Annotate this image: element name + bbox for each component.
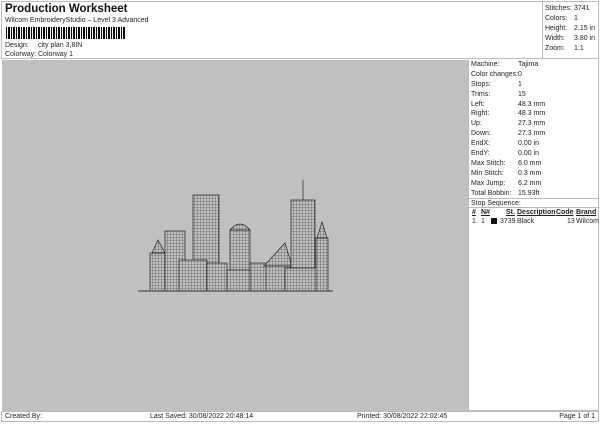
detail-value: Tajima xyxy=(518,61,539,68)
detail-label: Trims: xyxy=(471,90,491,98)
table-row: 1. 1 3739 Black 13 Wilcom xyxy=(471,217,599,226)
stat-label: Stitches: xyxy=(545,5,572,12)
col-description: Description xyxy=(517,209,556,217)
stats-box: Stitches: 3741 Colors: 1 Height: 2.15 in Wi… xyxy=(542,1,599,59)
page-title: Production Worksheet xyxy=(5,3,128,15)
detail-value: 48.3 mm xyxy=(518,100,546,108)
detail-value: 0.3 mm xyxy=(518,169,542,177)
detail-label: Machine: xyxy=(471,61,500,68)
design-value: city plan 3,8IN xyxy=(38,42,83,49)
detail-label: Right: xyxy=(471,110,490,118)
stat-value: 3741 xyxy=(574,5,590,12)
colorway-row: Colorway: Colorway 1 xyxy=(5,51,73,58)
stat-value: 1 xyxy=(574,15,578,22)
detail-row: Max Jump: 6.2 mm xyxy=(471,179,598,189)
design-row: Design: city plan 3,8IN xyxy=(5,42,82,49)
detail-row: EndY: 0.00 in xyxy=(471,149,598,159)
detail-value: 0 xyxy=(518,70,522,78)
col-code: Code xyxy=(556,209,574,217)
detail-value: 1 xyxy=(518,80,522,88)
detail-label: Left: xyxy=(471,100,485,108)
detail-value: 0.00 in xyxy=(518,140,540,148)
design-label: Design: xyxy=(5,42,29,49)
stat-label: Zoom: xyxy=(545,45,565,52)
stat-row: Colors: 1 xyxy=(545,14,599,24)
detail-label: Min Stitch: xyxy=(471,169,504,177)
printed-date: Printed: 30/08/2022 22:02:45 xyxy=(357,413,448,420)
detail-row: Total Bobbin: 15.93ft xyxy=(471,189,598,199)
page-number: Page 1 of 1 xyxy=(559,413,595,420)
detail-label: EndY: xyxy=(471,150,490,158)
stat-label: Width: xyxy=(545,35,565,42)
row-num: 1. xyxy=(472,218,478,226)
skyline-embroidery-design xyxy=(138,180,333,292)
col-st: St. xyxy=(506,209,515,217)
stat-label: Height: xyxy=(545,25,568,32)
row-brand: Wilcom xyxy=(576,218,599,226)
created-by: Created By: xyxy=(5,413,42,420)
col-num: # xyxy=(472,209,476,217)
detail-value: 27.3 mm xyxy=(518,120,546,128)
stat-row: Height: 2.15 in xyxy=(545,24,599,34)
color-swatch xyxy=(491,218,497,225)
detail-label: Up: xyxy=(471,120,482,128)
detail-value: 0.00 in xyxy=(518,150,540,158)
detail-row: Up: 27.3 mm xyxy=(471,119,598,129)
stat-value: 1:1 xyxy=(574,45,584,52)
detail-row: Stops: 1 xyxy=(471,80,598,90)
detail-row: Left: 48.3 mm xyxy=(471,100,598,110)
details-list: Machine: Tajima Color changes:0 Stops: 1 Trim… xyxy=(471,60,598,198)
detail-label: Stops: xyxy=(471,80,491,88)
footer: Created By: Last Saved: 30/08/2022 20:48… xyxy=(1,411,599,422)
stat-row: Stitches: 3741 xyxy=(545,4,599,14)
row-n: 1 xyxy=(481,218,485,226)
detail-value: 6.2 mm xyxy=(518,179,542,187)
stat-row: Zoom: 1:1 xyxy=(545,44,599,54)
detail-label: Down: xyxy=(471,130,491,138)
colorway-label: Colorway: xyxy=(5,51,37,58)
barcode xyxy=(6,27,126,39)
detail-row: Machine: Tajima xyxy=(471,60,598,70)
header: Production Worksheet Wilcom EmbroiderySt… xyxy=(1,1,599,59)
row-code: 13 xyxy=(567,218,575,226)
detail-row: Trims: 15 xyxy=(471,90,598,100)
detail-label: Max Stitch: xyxy=(471,159,506,167)
col-brand: Brand xyxy=(576,209,597,217)
design-preview xyxy=(2,60,468,411)
detail-label: EndX: xyxy=(471,140,491,148)
stat-value: 2.15 in xyxy=(574,25,596,32)
colorway-value: Colorway 1 xyxy=(38,51,74,58)
detail-label: Color changes: xyxy=(471,70,519,78)
stop-sequence-header: # N# St. Description Code Brand xyxy=(471,208,598,217)
detail-value: 27.3 mm xyxy=(518,130,546,138)
last-saved: Last Saved: 30/08/2022 20:48:14 xyxy=(150,413,254,420)
stat-row: Width: 3.80 in xyxy=(545,34,599,44)
detail-label: Total Bobbin: xyxy=(471,189,512,197)
detail-row: Min Stitch: 0.3 mm xyxy=(471,169,598,179)
detail-row: Max Stitch: 6.0 mm xyxy=(471,159,598,169)
detail-row: EndX: 0.00 in xyxy=(471,139,598,149)
detail-value: 48.3 mm xyxy=(518,110,546,118)
col-n: N# xyxy=(481,209,490,217)
stat-label: Colors: xyxy=(545,15,568,22)
detail-label: Max Jump: xyxy=(471,179,506,187)
detail-value: 15 xyxy=(518,90,526,98)
row-description: Black xyxy=(517,218,535,226)
details-panel: Machine: Tajima Color changes:0 Stops: 1 Trim… xyxy=(468,60,599,411)
detail-row: Right: 48.3 mm xyxy=(471,109,598,119)
row-stitches: 3739 xyxy=(500,218,516,226)
software-name: Wilcom EmbroideryStudio – Level 3 Advanc… xyxy=(5,17,149,24)
detail-value: 6.0 mm xyxy=(518,159,542,167)
detail-value: 15.93ft xyxy=(518,189,540,197)
stat-value: 3.80 in xyxy=(574,35,596,42)
stop-sequence-title: Stop Sequence: xyxy=(469,198,598,209)
detail-row: Color changes:0 xyxy=(471,70,598,80)
detail-row: Down: 27.3 mm xyxy=(471,129,598,139)
